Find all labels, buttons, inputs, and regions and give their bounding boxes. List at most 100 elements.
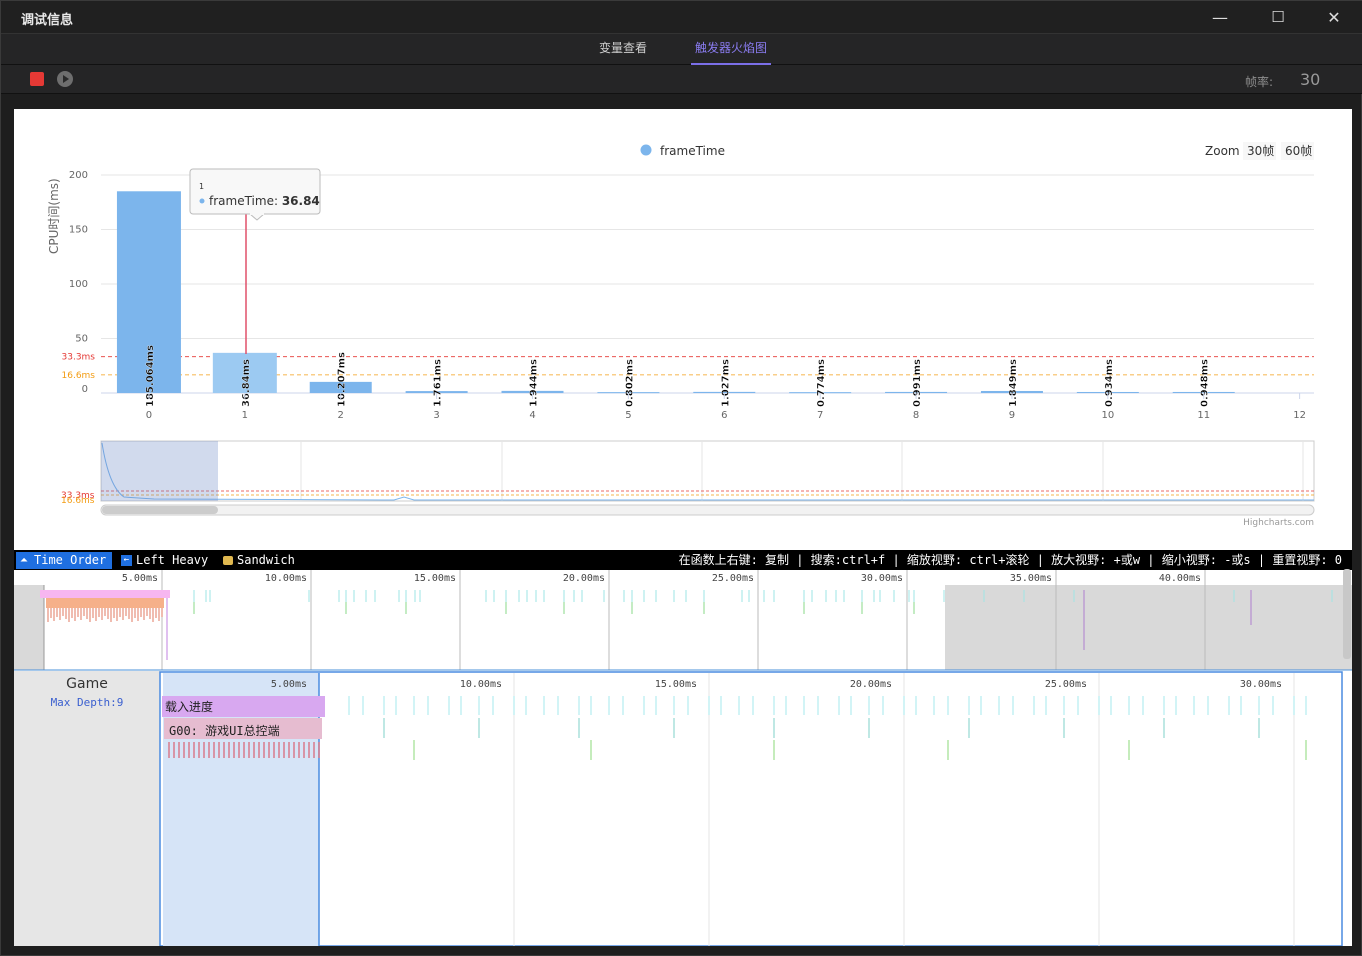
detail-tick-label: 20.00ms [850,679,892,690]
overview-tick-label: 20.00ms [563,573,605,584]
x-tick-label: 1 [242,410,248,421]
y-axis-title: CPU时间(ms) [47,178,61,254]
overview-tick-label: 40.00ms [1159,573,1201,584]
x-tick-label: 9 [1009,410,1015,421]
flamegraph-canvas[interactable]: 5.00ms 10.00ms 15.00ms 20.00ms 25.00ms 30.00m… [14,570,1352,946]
tooltip-value: 36.84 [282,194,320,208]
fps-label: 帧率: [1245,75,1274,89]
overview-tick-label: 25.00ms [712,573,754,584]
frame-time-chart-panel: 33.3ms 16.6ms 185.064ms 36.84ms 10.207ms 1.7… [14,109,1352,551]
navigator-scrollbar[interactable] [100,504,1315,516]
detail-tick-label: 30.00ms [1240,679,1282,690]
overview-tick-label: 30.00ms [861,573,903,584]
legend-symbol [640,144,652,156]
tooltip-header: 1 [199,182,204,191]
data-label: 0.934ms [1104,359,1115,407]
sort-icon: ⏶ [20,555,28,566]
data-label: 1.027ms [720,359,731,407]
x-tick-label: 0 [146,410,152,421]
y-tick-label: 200 [69,170,88,181]
x-tick-label: 5 [625,410,631,421]
window-title: 调试信息 [21,13,74,28]
navigator-scrollbar-thumb[interactable] [102,506,218,514]
zoom-60-button[interactable]: 60帧 [1285,144,1312,158]
data-label: 1.761ms [433,359,444,407]
flamegraph-panel: ⏶ Time Order ← Left Heavy Sandwich 在函数上右… [14,550,1352,946]
y-tick-label: 100 [69,279,88,290]
zoom-30-button[interactable]: 30帧 [1247,144,1274,158]
tab-time-order[interactable]: ⏶ Time Order [16,552,113,569]
close-button[interactable]: ✕ [1311,1,1357,34]
minimize-icon: — [1212,8,1228,27]
arrow-left-icon: ← [121,555,132,566]
x-tick-label: 2 [338,410,344,421]
detail-tick-label: 15.00ms [655,679,697,690]
detail-view-frame [159,671,1343,946]
detail-tick-label: 10.00ms [460,679,502,690]
data-label: 0.802ms [624,359,635,407]
thread-name: Game [66,676,108,692]
navigator[interactable]: 33.3ms 16.6ms [61,440,1315,506]
tooltip: 1 frameTime: 36.84 [189,168,321,221]
debug-window: 调试信息 — ☐ ✕ 变量查看 触发器火焰图 帧率: 30 33.3ms 16.6… [0,0,1362,956]
data-label: 0.948ms [1200,359,1211,407]
x-tick-label: 12 [1293,410,1306,421]
data-label: 0.774ms [816,359,827,407]
data-label: 1.849ms [1008,359,1019,407]
sandwich-icon [223,556,233,565]
tab-bar: 变量查看 触发器火焰图 [1,34,1362,65]
data-label: 1.944ms [529,359,540,407]
flamegraph-toolbar: ⏶ Time Order ← Left Heavy Sandwich 在函数上右… [14,550,1352,570]
thread-max-depth: Max Depth:9 [51,696,124,709]
x-tick-label: 6 [721,410,727,421]
stop-button[interactable] [30,72,44,86]
toolbar: 帧率: 30 [1,65,1362,94]
threshold-label: 16.6ms [62,371,96,381]
thread-column [14,671,160,946]
x-tick-label: 3 [433,410,439,421]
fps-value: 30 [1300,70,1321,89]
overview-tick-label: 35.00ms [1010,573,1052,584]
data-label: 185.064ms [145,345,156,407]
frame-loading-progress-label: 载入进度 [165,699,213,714]
overview-tick-label: 10.00ms [265,573,307,584]
tab-variables[interactable]: 变量查看 [587,34,659,65]
data-label: 36.84ms [241,359,252,407]
navigator-range[interactable] [101,441,218,501]
minimize-button[interactable]: — [1197,1,1243,34]
tab-trigger-flamegraph[interactable]: 触发器火焰图 [691,34,771,65]
frame-time-chart: 33.3ms 16.6ms 185.064ms 36.84ms 10.207ms 1.7… [47,142,1315,528]
overview-tick-label: 5.00ms [122,573,158,584]
close-icon: ✕ [1327,8,1341,27]
detail-tick-label: 5.00ms [271,679,307,690]
maximize-icon: ☐ [1271,8,1285,26]
chart-credits[interactable]: Highcharts.com [1243,518,1314,528]
maximize-button[interactable]: ☐ [1255,1,1301,34]
detail-tick-label: 25.00ms [1045,679,1087,690]
shortcut-help: 在函数上右键: 复制 | 搜索:ctrl+f | 缩放视野: ctrl+滚轮 |… [678,553,1342,567]
tab-sandwich[interactable]: Sandwich [219,552,301,569]
x-tick-label: 11 [1197,410,1210,421]
legend-frametime[interactable]: frameTime [660,144,725,158]
tab-left-heavy[interactable]: ← Left Heavy [118,552,214,569]
y-tick-label: 50 [75,334,88,345]
tooltip-series: frameTime [209,194,274,208]
x-tick-label: 4 [529,410,535,421]
nav-line-16: 16.6ms [61,496,95,506]
zoom-label: Zoom [1205,144,1240,158]
overview-outside-view [945,585,1352,670]
x-tick-label: 7 [817,410,823,421]
vertical-scrollbar[interactable] [1343,569,1351,659]
y-tick-label: 0 [82,384,88,395]
threshold-label: 33.3ms [62,353,96,363]
frame-g00-label: G00: 游戏UI总控端 [169,724,280,738]
x-tick-label: 10 [1101,410,1114,421]
data-label: 10.207ms [337,352,348,407]
y-tick-label: 150 [69,225,88,236]
svg-text:frameTime: 36.84: frameTime: 36.84 [209,194,320,208]
overview-tick-label: 15.00ms [414,573,456,584]
title-bar: 调试信息 — ☐ ✕ [1,1,1362,34]
data-label: 0.991ms [912,359,923,407]
x-tick-label: 8 [913,410,919,421]
play-button[interactable] [57,71,73,87]
